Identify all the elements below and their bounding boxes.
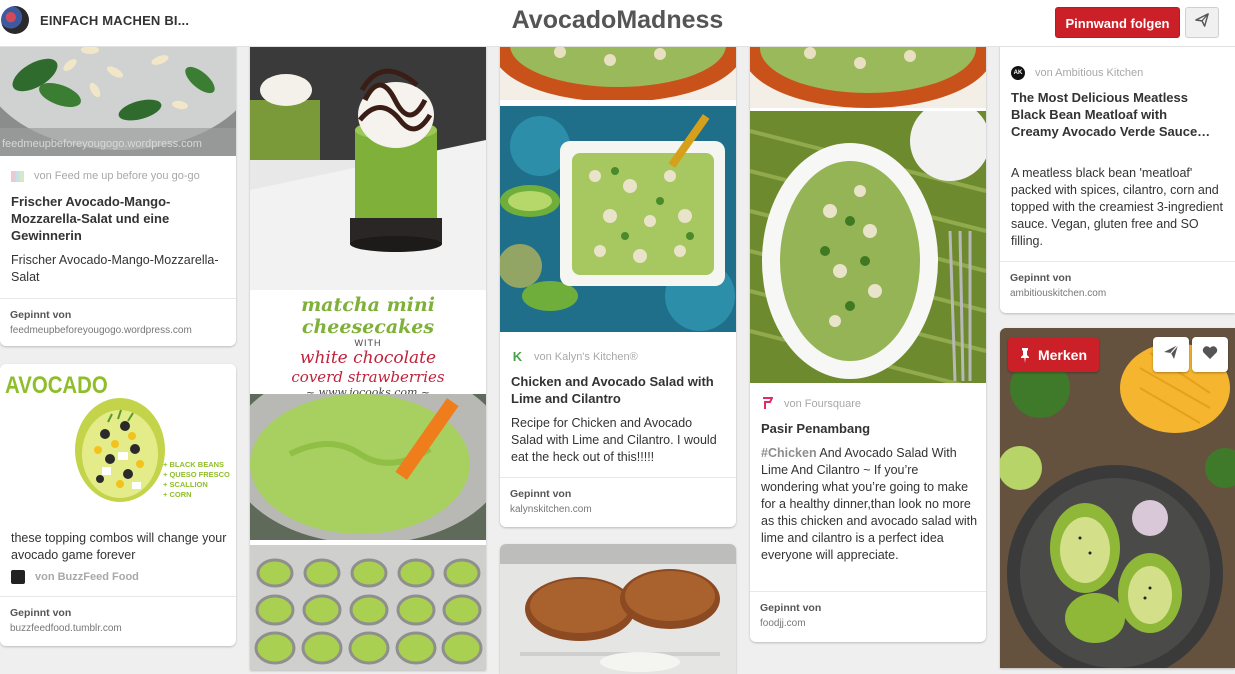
pin-source-text: von BuzzFeed Food — [35, 571, 139, 583]
send-icon — [1195, 13, 1209, 32]
pinned-by[interactable]: Gepinnt von kalynskitchen.com — [500, 477, 736, 527]
source-icon: AK — [1011, 66, 1025, 80]
pin-icon — [1020, 347, 1030, 363]
save-pin-label: Merken — [1037, 346, 1088, 363]
save-pin-button[interactable]: Merken — [1008, 337, 1099, 372]
pin-title[interactable]: Frischer Avocado-Mango-Mozzarella-Salat … — [11, 193, 223, 244]
pinned-url: ambitiouskitchen.com — [1010, 288, 1107, 299]
pin-image-text-block[interactable]: matcha mini cheesecakes WITH white choco… — [250, 290, 486, 399]
pin-image[interactable] — [1000, 328, 1235, 668]
pin-card[interactable]: AK von Ambitious Kitchen The Most Delici… — [1000, 20, 1235, 313]
like-pin-button[interactable] — [1192, 337, 1228, 372]
pin-description-text: And Avocado Salad With Lime And Cilantro… — [761, 446, 978, 562]
pin-title[interactable]: Chicken and Avocado Salad with Lime and … — [511, 373, 723, 407]
send-pin-button[interactable] — [1153, 337, 1189, 372]
pin-source[interactable]: K von Kalyn's Kitchen® — [511, 349, 638, 364]
pin-source-text: von Ambitious Kitchen — [1035, 67, 1144, 79]
pin-card[interactable]: AVOCADO + BLACK BEANS + QUESO FRESCO + S… — [0, 364, 236, 646]
pin-image[interactable] — [500, 106, 736, 332]
board-header: EINFACH MACHEN BI... AvocadoMadness Pinn… — [0, 0, 1235, 47]
pinned-by[interactable]: Gepinnt von buzzfeedfood.tumblr.com — [0, 596, 236, 646]
image-text-line: WITH — [354, 338, 382, 348]
image-text-line: white chocolate — [299, 348, 437, 368]
image-text-line: coverd strawberries — [291, 368, 445, 386]
pinned-by[interactable]: Gepinnt von feedmeupbeforeyougogo.wordpr… — [0, 298, 236, 346]
pin-source[interactable]: AK von Ambitious Kitchen — [1011, 66, 1143, 80]
pinned-label: Gepinnt von — [760, 602, 822, 614]
heart-icon — [1202, 345, 1218, 365]
source-icon — [11, 570, 25, 584]
pinned-label: Gepinnt von — [10, 607, 72, 619]
pin-title[interactable]: Pasir Penambang — [761, 420, 973, 437]
pin-image-top-crop[interactable] — [500, 40, 736, 102]
pin-source-text: von Feed me up before you go-go — [34, 170, 200, 182]
pin-image[interactable]: AVOCADO + BLACK BEANS + QUESO FRESCO + S… — [0, 364, 236, 519]
pin-image-muffin-tin[interactable] — [250, 545, 486, 670]
pinned-label: Gepinnt von — [10, 309, 72, 321]
image-text-line: matcha mini cheesecakes — [301, 294, 435, 338]
pin-card-hovered[interactable] — [1000, 328, 1235, 668]
pin-title[interactable]: The Most Delicious Meatless Black Bean M… — [1011, 89, 1216, 140]
pin-image[interactable] — [500, 544, 736, 674]
pin-description: #Chicken And Avocado Salad With Lime And… — [761, 445, 979, 564]
pin-card[interactable]: matcha mini cheesecakes WITH white choco… — [250, 30, 486, 670]
pinned-label: Gepinnt von — [1010, 272, 1072, 284]
pinned-by[interactable]: Gepinnt von foodjj.com — [750, 591, 986, 642]
pin-source-text: von Kalyn's Kitchen® — [534, 350, 638, 363]
pin-card[interactable]: von Foursquare Pasir Penambang #Chicken … — [750, 38, 986, 642]
pin-source[interactable]: von BuzzFeed Food — [11, 570, 139, 584]
pin-image-top-crop[interactable] — [750, 38, 986, 108]
pinned-url: buzzfeedfood.tumblr.com — [10, 623, 122, 634]
pin-hashtag[interactable]: #Chicken — [761, 446, 817, 460]
follow-board-button[interactable]: Pinnwand folgen — [1055, 7, 1180, 38]
pinned-label: Gepinnt von — [510, 488, 572, 500]
send-button[interactable] — [1185, 7, 1219, 38]
pin-card[interactable]: feedmeupbeforeyougogo.wordpress.com von … — [0, 20, 236, 346]
pin-description: these topping combos will change your av… — [11, 531, 227, 562]
pin-description: A meatless black bean 'meatloaf' packed … — [1011, 166, 1223, 248]
pin-source[interactable]: von Foursquare — [761, 397, 861, 410]
pin-card[interactable] — [500, 544, 736, 674]
pinned-by[interactable]: Gepinnt von ambitiouskitchen.com — [1000, 261, 1235, 313]
pin-card[interactable]: K von Kalyn's Kitchen® Chicken and Avoca… — [500, 40, 736, 527]
pin-description: Recipe for Chicken and Avocado Salad wit… — [511, 416, 717, 464]
pin-description: Frischer Avocado-Mango-Mozzarella-Salat — [11, 253, 219, 284]
pinned-url: feedmeupbeforeyougogo.wordpress.com — [10, 325, 192, 336]
send-icon — [1163, 344, 1179, 365]
pin-image-cheesecake[interactable] — [250, 30, 486, 290]
image-topping-list: + BLACK BEANS + QUESO FRESCO + SCALLION … — [163, 460, 230, 499]
page-title: AvocadoMadness — [511, 6, 724, 34]
source-icon — [11, 170, 24, 182]
image-watermark: feedmeupbeforeyougogo.wordpress.com — [2, 138, 202, 150]
pinned-url: kalynskitchen.com — [510, 504, 592, 515]
source-icon — [761, 397, 774, 410]
pin-image-batter[interactable] — [250, 364, 486, 544]
pin-source[interactable]: von Feed me up before you go-go — [11, 170, 200, 182]
pinned-url: foodjj.com — [760, 618, 806, 629]
pin-source-text: von Foursquare — [784, 397, 862, 410]
source-icon: K — [512, 349, 523, 364]
pin-image[interactable] — [750, 101, 986, 393]
